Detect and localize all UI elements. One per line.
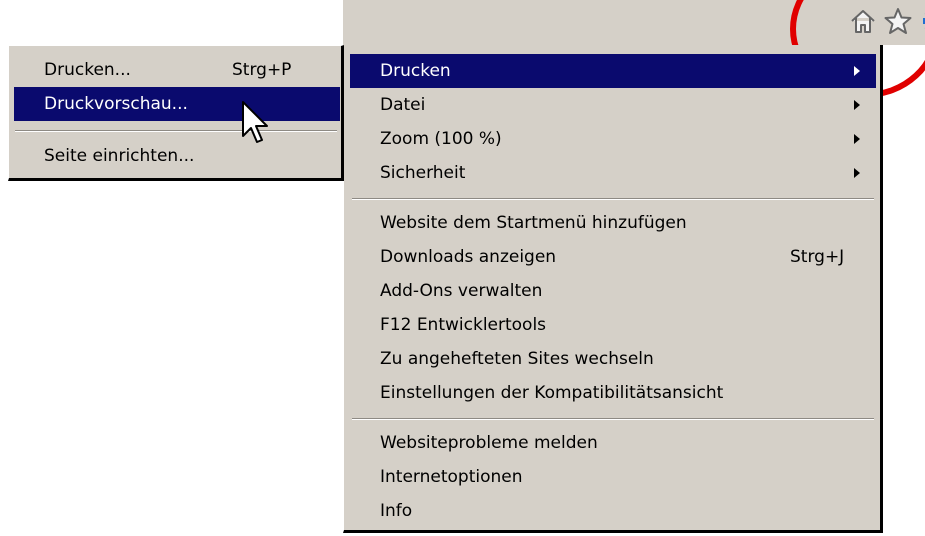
menu-item-label: Zu angehefteten Sites wechseln	[380, 349, 654, 369]
menu-item-zoom[interactable]: Zoom (100 %)	[350, 122, 876, 156]
menu-item-label: Drucken...	[44, 60, 131, 80]
menu-item-print[interactable]: Drucken	[350, 54, 876, 88]
menu-item-label: Add-Ons verwalten	[380, 281, 543, 301]
menu-item-security[interactable]: Sicherheit	[350, 156, 876, 190]
submenu-item-page-setup[interactable]: Seite einrichten...	[14, 139, 340, 173]
menu-item-internet-options[interactable]: Internetoptionen	[350, 460, 876, 494]
menu-item-report-problems[interactable]: Websiteprobleme melden	[350, 426, 876, 460]
menu-item-add-to-start[interactable]: Website dem Startmenü hinzufügen	[350, 206, 876, 240]
menu-item-label: Websiteprobleme melden	[380, 433, 598, 453]
menu-item-label: Sicherheit	[380, 163, 466, 183]
submenu-arrow-icon	[854, 134, 860, 144]
menu-item-devtools[interactable]: F12 Entwicklertools	[350, 308, 876, 342]
menu-item-compat-view[interactable]: Einstellungen der Kompatibilitätsansicht	[350, 376, 876, 410]
menu-item-about[interactable]: Info	[350, 494, 876, 528]
menu-item-label: Info	[380, 501, 413, 521]
submenu-arrow-icon	[854, 100, 860, 110]
menu-item-label: Internetoptionen	[380, 467, 523, 487]
menu-item-pinned-sites[interactable]: Zu angehefteten Sites wechseln	[350, 342, 876, 376]
menu-item-label: Druckvorschau...	[44, 94, 188, 114]
menu-item-label: Drucken	[380, 61, 451, 81]
shortcut-label: Strg+P	[232, 60, 292, 80]
submenu-arrow-icon	[854, 168, 860, 178]
menu-separator	[352, 418, 874, 420]
menu-separator	[15, 130, 337, 132]
menu-item-label: Downloads anzeigen	[380, 247, 557, 267]
print-submenu: Drucken... Strg+P Druckvorschau... Seite…	[8, 45, 344, 181]
mouse-cursor-icon	[242, 101, 268, 143]
shortcut-label: Strg+J	[790, 247, 845, 267]
menu-item-label: F12 Entwicklertools	[380, 315, 547, 335]
tools-menu: Drucken Datei Zoom (100 %) Sicherheit We…	[343, 45, 883, 533]
submenu-item-print-preview[interactable]: Druckvorschau...	[14, 87, 340, 121]
menu-item-label: Einstellungen der Kompatibilitätsansicht	[380, 383, 724, 403]
menu-item-label: Datei	[380, 95, 426, 115]
submenu-item-print[interactable]: Drucken... Strg+P	[14, 53, 340, 87]
submenu-arrow-icon	[854, 66, 860, 76]
menu-item-file[interactable]: Datei	[350, 88, 876, 122]
menu-item-label: Seite einrichten...	[44, 146, 195, 166]
menu-separator	[352, 198, 874, 200]
menu-item-manage-addons[interactable]: Add-Ons verwalten	[350, 274, 876, 308]
menu-item-label: Website dem Startmenü hinzufügen	[380, 213, 687, 233]
menu-item-downloads[interactable]: Downloads anzeigen Strg+J	[350, 240, 876, 274]
menu-item-label: Zoom (100 %)	[380, 129, 502, 149]
